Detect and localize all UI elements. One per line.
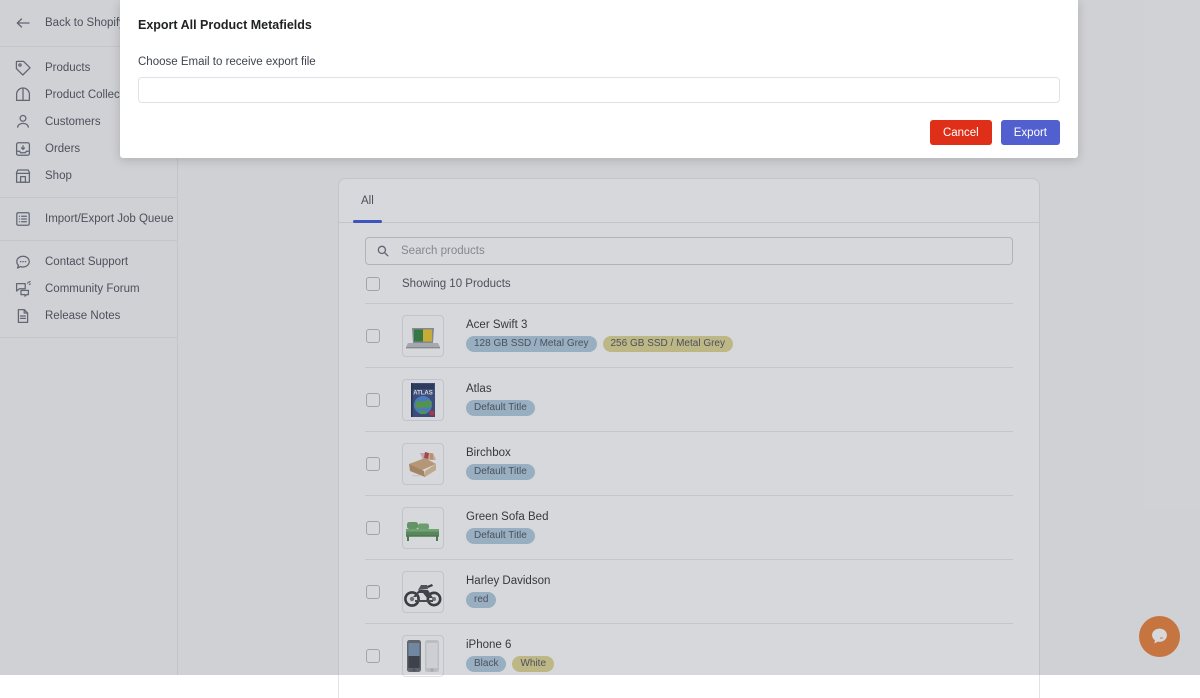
modal-title: Export All Product Metafields [138, 18, 1060, 32]
email-field[interactable] [138, 77, 1060, 103]
email-field-label: Choose Email to receive export file [138, 56, 1060, 68]
modal-actions: Cancel Export [930, 120, 1060, 145]
export-button[interactable]: Export [1001, 120, 1060, 145]
cancel-button[interactable]: Cancel [930, 120, 992, 145]
export-metafields-modal: Export All Product Metafields Choose Ema… [120, 0, 1078, 158]
